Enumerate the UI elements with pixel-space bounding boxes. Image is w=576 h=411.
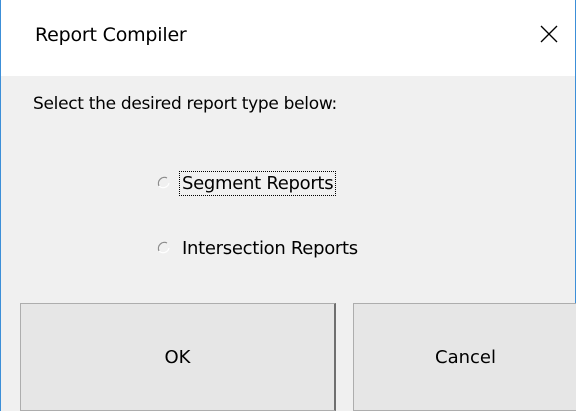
radio-label-segment-reports[interactable]: Segment Reports	[178, 170, 337, 196]
option-segment-reports[interactable]: Segment Reports	[156, 168, 337, 198]
option-intersection-reports[interactable]: Intersection Reports	[156, 233, 360, 263]
radio-button-intersection-reports[interactable]	[156, 240, 172, 256]
radio-circle-icon	[157, 176, 170, 189]
cancel-button[interactable]: Cancel	[353, 303, 576, 411]
close-button[interactable]	[529, 14, 569, 54]
ok-button[interactable]: OK	[20, 303, 336, 411]
radio-label-intersection-reports[interactable]: Intersection Reports	[180, 237, 360, 260]
report-compiler-dialog: Report Compiler Select the desired repor…	[0, 0, 576, 411]
title-bar: Report Compiler	[1, 0, 575, 76]
close-icon	[540, 25, 558, 43]
prompt-text: Select the desired report type below:	[33, 94, 337, 114]
dialog-title: Report Compiler	[35, 24, 187, 46]
radio-button-segment-reports[interactable]	[156, 175, 172, 191]
radio-circle-icon	[157, 241, 170, 254]
